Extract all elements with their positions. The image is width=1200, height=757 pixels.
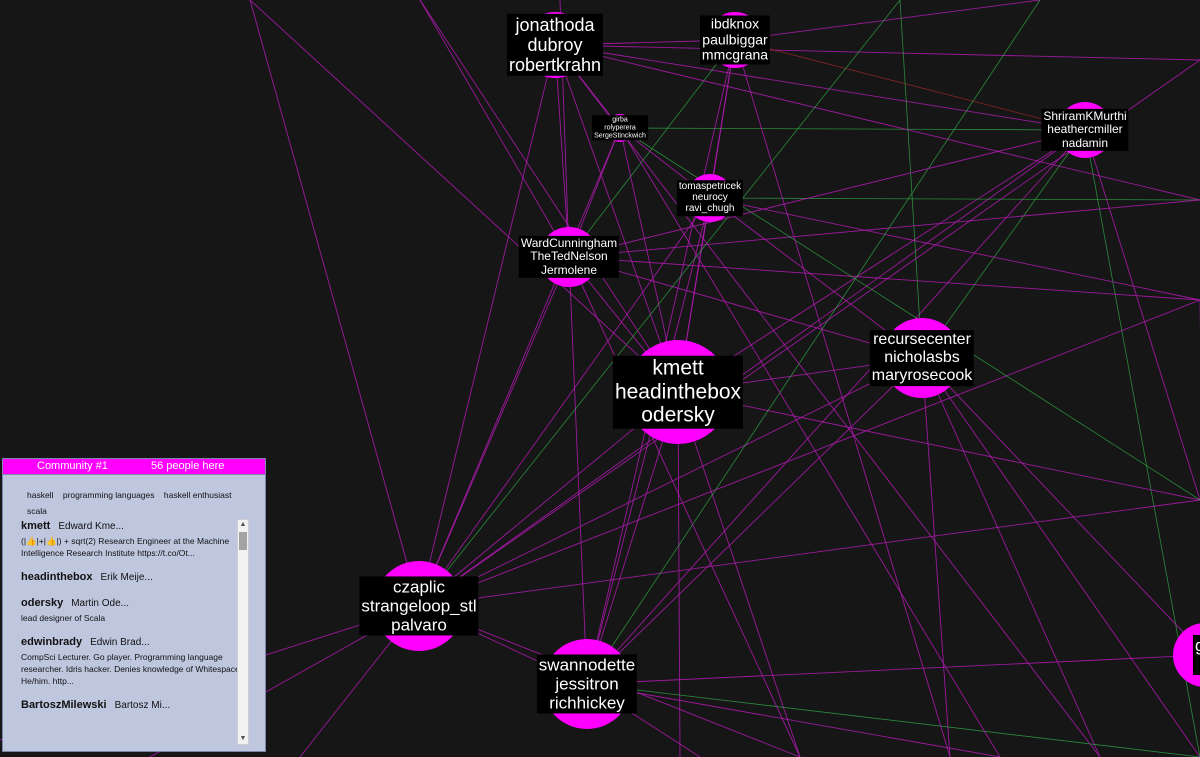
person-name: Edwin Brad... <box>90 637 150 648</box>
community-node-label[interactable]: czaplic strangeloop_stl palvaro <box>359 576 479 636</box>
person-handle[interactable]: odersky <box>21 597 63 609</box>
people-list-scrollbar[interactable]: ▲ ▼ <box>237 519 249 745</box>
community-node-label[interactable]: gar <box>1193 634 1200 676</box>
node-label-line: odersky <box>641 403 715 427</box>
person-name: Erik Meije... <box>100 572 153 583</box>
tag[interactable]: haskell enthusiast <box>164 490 232 500</box>
node-label-line: ShriramKMurthi <box>1043 108 1127 123</box>
person-name: Martin Ode... <box>71 598 130 609</box>
scroll-down-arrow-icon[interactable]: ▼ <box>238 734 248 744</box>
community-title: Community #1 <box>37 460 108 472</box>
community-node-label[interactable]: jonathoda dubroy robertkrahn <box>506 13 604 77</box>
tag[interactable]: scala <box>27 506 47 516</box>
node-label-line: jessitron <box>555 674 619 694</box>
person-bio: CompSci Lecturer. Go player. Programming… <box>21 652 243 686</box>
list-item[interactable]: BartoszMilewski Bartosz Mi... <box>21 698 251 713</box>
node-label-line: maryrosecook <box>871 366 973 384</box>
community-node-label[interactable]: girba rolyperera SergeStinckwich <box>592 115 648 141</box>
node-label-line: kmett <box>652 356 704 380</box>
community-node-label[interactable]: ShriramKMurthi heathercmiller nadamin <box>1041 108 1129 152</box>
person-bio: (|👍|+|👍|) + sqrt(2) Research Engineer at… <box>21 536 230 558</box>
person-bio: lead designer of Scala <box>21 613 106 623</box>
node-label-line: richhickey <box>549 693 625 713</box>
community-node-label[interactable]: WardCunningham TheTedNelson Jermolene <box>518 235 620 279</box>
node-label-line: nicholasbs <box>884 349 960 367</box>
node-label-line: SergeStinckwich <box>594 131 646 139</box>
list-item[interactable]: odersky Martin Ode... lead designer of Sc… <box>21 596 251 624</box>
list-item[interactable]: headinthebox Erik Meije... <box>21 570 251 585</box>
node-label-line: headinthebox <box>614 380 742 404</box>
list-item[interactable]: kmett Edward Kme... (|👍|+|👍|) + sqrt(2) R… <box>21 519 251 559</box>
node-label-line: recursecenter <box>873 331 971 349</box>
scrollbar-thumb[interactable] <box>239 532 247 550</box>
community-panel: Community #1 56 people here haskell prog… <box>2 458 266 752</box>
node-label-line: czaplic <box>393 577 445 597</box>
tag[interactable]: haskell <box>27 490 53 500</box>
scroll-up-arrow-icon[interactable]: ▲ <box>238 520 248 530</box>
community-node-label[interactable]: kmett headinthebox odersky <box>612 355 744 429</box>
node-label-line: ravi_chugh <box>685 203 735 215</box>
person-name: Edward Kme... <box>58 521 124 532</box>
node-label-line: rolyperera <box>604 124 636 132</box>
node-label-line: Jermolene <box>540 262 598 277</box>
community-node-label[interactable]: ibdknox paulbiggar mmcgrana <box>699 15 771 65</box>
list-item[interactable]: edwinbrady Edwin Brad... CompSci Lecturer… <box>21 635 251 687</box>
node-label-line: mmcgrana <box>701 46 769 63</box>
node-label-line: nadamin <box>1061 135 1109 150</box>
community-people-count: 56 people here <box>151 460 225 472</box>
community-node-label[interactable]: tomaspetricek neurocy ravi_chugh <box>676 180 744 216</box>
person-handle[interactable]: BartoszMilewski <box>21 699 107 711</box>
community-node-label[interactable]: swannodette jessitron richhickey <box>536 654 638 714</box>
tag[interactable]: programming languages <box>63 490 155 500</box>
node-label-line: dubroy <box>527 34 583 55</box>
node-label-line: ibdknox <box>710 15 760 32</box>
person-handle[interactable]: edwinbrady <box>21 636 82 648</box>
person-name: Bartosz Mi... <box>114 700 171 711</box>
node-label-line: paulbiggar <box>702 31 768 48</box>
node-label-line: tomaspetricek <box>678 181 742 193</box>
node-label-line: girba <box>612 116 628 124</box>
person-handle[interactable]: kmett <box>21 520 50 532</box>
person-handle[interactable]: headinthebox <box>21 571 93 583</box>
node-label-line <box>1195 655 1200 674</box>
node-label-line: neurocy <box>692 192 728 204</box>
node-label-line: TheTedNelson <box>530 249 608 264</box>
people-list[interactable]: kmett Edward Kme... (|👍|+|👍|) + sqrt(2) R… <box>21 519 251 747</box>
node-label-line: robertkrahn <box>508 55 602 76</box>
node-label-line: swannodette <box>538 655 636 675</box>
node-label-line: gar <box>1195 635 1200 655</box>
community-panel-header: Community #1 56 people here <box>3 459 265 475</box>
node-label-line: WardCunningham <box>520 235 618 250</box>
node-label-line: jonathoda <box>515 14 595 35</box>
node-label-line: heathercmiller <box>1047 122 1123 137</box>
node-label-line: strangeloop_stl <box>361 596 477 616</box>
community-node-label[interactable]: recursecenter nicholasbs maryrosecook <box>869 330 975 386</box>
node-label-line: palvaro <box>391 615 447 635</box>
